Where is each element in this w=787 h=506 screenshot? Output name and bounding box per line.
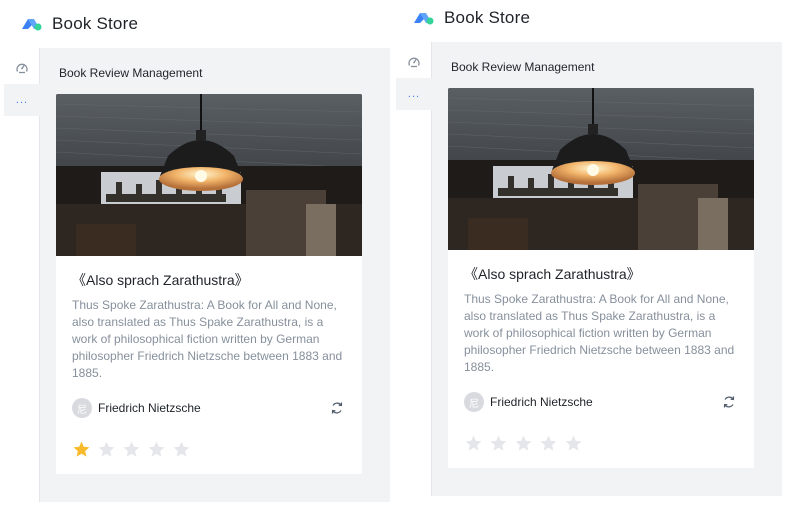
logo-icon xyxy=(414,13,434,25)
sidebar-item-more[interactable]: ... xyxy=(396,78,432,110)
app-header: Book Store xyxy=(4,0,390,48)
book-description: Thus Spoke Zarathustra: A Book for All a… xyxy=(72,298,343,380)
star-filled-icon[interactable] xyxy=(72,440,91,459)
app-title: Book Store xyxy=(444,8,531,27)
avatar: 尼 xyxy=(72,398,92,418)
star-empty-icon[interactable] xyxy=(539,434,558,453)
book-cover-image xyxy=(448,88,754,250)
star-empty-icon[interactable] xyxy=(97,440,116,459)
book-title: 《Also sprach Zarathustra》 xyxy=(464,266,641,282)
app-title: Book Store xyxy=(52,14,139,33)
sidebar: ... xyxy=(396,42,432,496)
page-title: Book Review Management xyxy=(451,60,595,74)
rating-stars[interactable] xyxy=(464,434,738,453)
page-title: Book Review Management xyxy=(59,66,203,80)
more-dots-icon: ... xyxy=(15,93,29,106)
dashboard-icon xyxy=(408,57,420,68)
book-title: 《Also sprach Zarathustra》 xyxy=(72,272,249,288)
author-row: 尼 Friedrich Nietzsche xyxy=(72,398,346,418)
sidebar-item-dashboard[interactable] xyxy=(396,46,432,78)
book-card[interactable]: 《Also sprach Zarathustra》 Thus Spoke Zar… xyxy=(56,94,362,474)
author-name: Friedrich Nietzsche xyxy=(490,395,593,409)
main-content: Book Review Management 《Also sprach Zara… xyxy=(40,48,390,502)
sidebar-item-more[interactable]: ... xyxy=(4,84,40,116)
app-window-after: Book Store ... Book Review Management 《A… xyxy=(396,0,782,496)
book-card[interactable]: 《Also sprach Zarathustra》 Thus Spoke Zar… xyxy=(448,88,754,468)
book-description: Thus Spoke Zarathustra: A Book for All a… xyxy=(464,292,735,374)
book-cover-image xyxy=(56,94,362,256)
refresh-icon[interactable] xyxy=(330,401,344,415)
star-empty-icon[interactable] xyxy=(514,434,533,453)
star-empty-icon[interactable] xyxy=(172,440,191,459)
main-content: Book Review Management 《Also sprach Zara… xyxy=(432,42,782,496)
star-empty-icon[interactable] xyxy=(489,434,508,453)
author-name: Friedrich Nietzsche xyxy=(98,401,201,415)
avatar: 尼 xyxy=(464,392,484,412)
star-empty-icon[interactable] xyxy=(464,434,483,453)
logo-icon xyxy=(22,19,42,31)
star-empty-icon[interactable] xyxy=(122,440,141,459)
sidebar-item-dashboard[interactable] xyxy=(4,52,40,84)
app-header: Book Store xyxy=(396,0,782,42)
sidebar: ... xyxy=(4,48,40,502)
author-row: 尼 Friedrich Nietzsche xyxy=(464,392,738,412)
rating-stars[interactable] xyxy=(72,440,346,459)
star-empty-icon[interactable] xyxy=(147,440,166,459)
dashboard-icon xyxy=(16,63,28,74)
refresh-icon[interactable] xyxy=(722,395,736,409)
star-empty-icon[interactable] xyxy=(564,434,583,453)
app-window-before: Book Store ... Book Review Management 《A… xyxy=(4,0,390,502)
more-dots-icon: ... xyxy=(407,87,421,100)
